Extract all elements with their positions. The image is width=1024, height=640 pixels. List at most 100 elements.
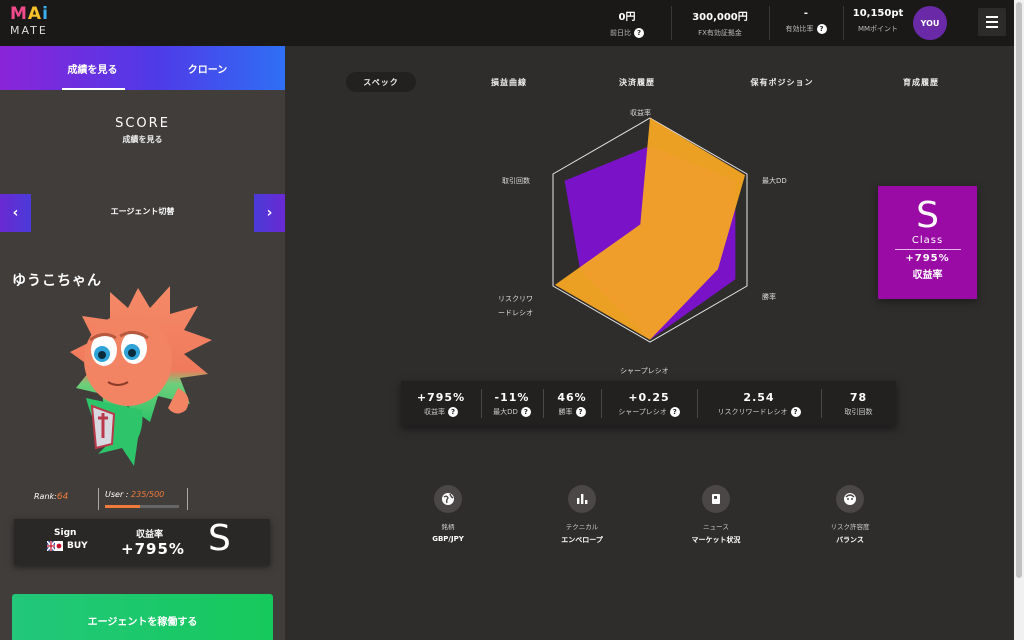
rank: Rank:64	[34, 492, 69, 502]
info-risk-tolerance: リスク許容度 バランス	[805, 485, 895, 545]
radar-label-win-rate: 勝率	[762, 293, 776, 301]
return-label: 収益率	[136, 530, 164, 540]
stat-value: 300,000円	[692, 12, 748, 23]
user-count: User : 235/500	[98, 488, 188, 510]
signal-card: Sign BUY 収益率 +795% S	[14, 519, 270, 565]
class-return-value: +795%	[905, 253, 950, 264]
stat-value: -	[803, 8, 809, 19]
radar-label-return: 収益率	[630, 109, 651, 117]
run-agent-button[interactable]: エージェントを稼働する	[12, 594, 273, 640]
logo-mark: MAi	[10, 4, 49, 24]
info-label: ニュース	[703, 523, 729, 531]
logo[interactable]: MAi MATE	[10, 4, 49, 37]
tab-spec[interactable]: スペック	[346, 72, 416, 92]
scrollbar-thumb[interactable]	[1016, 2, 1022, 578]
stat-effective-ratio: - 有効比率?	[777, 8, 835, 34]
agent-panel: 成績を見る クローン SCORE 成績を見る ‹ エージェント切替 › ゆうこち…	[0, 46, 285, 640]
tab-positions[interactable]: 保有ポジション	[730, 72, 834, 92]
metric-label: 勝率	[558, 407, 573, 416]
stat-caption: MMポイント	[857, 25, 899, 33]
divider	[769, 6, 770, 40]
class-card: S Class +795% 収益率	[878, 186, 977, 299]
score-subtitle: 成績を見る	[122, 135, 163, 144]
divider	[894, 249, 961, 250]
user-progress-bar	[105, 505, 179, 508]
info-value: バランス	[836, 536, 864, 544]
help-icon[interactable]: ?	[634, 28, 644, 38]
stat-margin: 300,000円 FX有効証拠金	[684, 8, 756, 38]
radar-label-risk-reward: リスクリワ ードレシオ	[498, 295, 533, 317]
help-icon[interactable]: ?	[520, 406, 531, 417]
gbp-jpy-flag-icon	[47, 541, 63, 551]
metric-sharpe: +0.25 シャープレシオ?	[601, 381, 697, 426]
rank-row: Rank:64 User : 235/500	[20, 488, 270, 512]
globe-icon	[434, 485, 462, 513]
info-value: GBP/JPY	[432, 535, 464, 543]
metric-max-dd: -11% 最大DD?	[481, 381, 543, 426]
stat-caption: 有効比率	[785, 25, 814, 33]
help-icon[interactable]: ?	[575, 406, 586, 417]
spec-radar-chart: 収益率 最大DD 勝率 シャープレシオ リスクリワ ードレシオ 取引回数	[470, 100, 810, 380]
rank-value: 64	[56, 492, 69, 502]
detail-tabs: スペック 損益曲線 決済履歴 保有ポジション 育成履歴	[346, 72, 976, 92]
metric-return: +795% 収益率?	[401, 381, 481, 426]
metric-win-rate: 46% 勝率?	[543, 381, 601, 426]
metric-value: 78	[849, 390, 868, 404]
metric-value: +0.25	[628, 390, 670, 404]
info-news: ニュース マーケット状況	[671, 485, 761, 545]
info-value: エンベロープ	[561, 536, 603, 544]
stat-caption: FX有効証拠金	[698, 29, 742, 37]
divider	[671, 6, 672, 40]
score-title: SCORE	[115, 116, 170, 131]
hamburger-menu-icon[interactable]	[978, 8, 1006, 36]
radar-label-max-dd: 最大DD	[762, 177, 787, 185]
info-value: マーケット状況	[691, 536, 741, 544]
metric-label: リスクリワードレシオ	[717, 407, 788, 416]
tab-clone[interactable]: クローン	[150, 46, 285, 90]
info-technical: テクニカル エンベロープ	[537, 485, 627, 545]
face-icon	[836, 485, 864, 513]
radar-label-sharpe: シャープレシオ	[620, 367, 669, 375]
bar-chart-icon	[568, 485, 596, 513]
metric-value: 46%	[557, 390, 587, 404]
metric-value: -11%	[494, 390, 530, 404]
tab-training-history[interactable]: 育成履歴	[886, 72, 956, 92]
info-symbol: 銘柄 GBP/JPY	[403, 485, 493, 543]
scrollbar[interactable]	[1014, 0, 1024, 640]
news-icon	[702, 485, 730, 513]
metric-label: 取引回数	[844, 407, 873, 416]
stat-day-change: 0円 前日比?	[597, 8, 657, 38]
logo-text: MATE	[10, 24, 48, 37]
info-label: テクニカル	[565, 523, 599, 531]
help-icon[interactable]: ?	[669, 406, 680, 417]
class-return-label: 収益率	[912, 270, 943, 281]
metric-label: 収益率	[424, 407, 445, 416]
class-grade: S	[208, 518, 231, 559]
sign-value: BUY	[47, 541, 88, 551]
metric-label: シャープレシオ	[618, 407, 667, 416]
user-progress-fill	[105, 505, 140, 508]
tab-results[interactable]: 成績を見る	[0, 46, 150, 90]
agent-switch-label: エージェント切替	[110, 207, 175, 216]
class-label: Class	[911, 235, 944, 246]
tab-settlement-history[interactable]: 決済履歴	[602, 72, 672, 92]
divider	[843, 6, 844, 40]
tab-pnl-curve[interactable]: 損益曲線	[474, 72, 544, 92]
stat-caption: 前日比	[610, 29, 631, 37]
radar-label-trades: 取引回数	[502, 177, 530, 185]
help-icon[interactable]: ?	[448, 406, 458, 417]
metric-value: +795%	[416, 390, 466, 404]
radar-svg	[552, 117, 748, 343]
info-label: リスク許容度	[830, 523, 870, 531]
metric-risk-reward: 2.54 リスクリワードレシオ?	[697, 381, 821, 426]
user-avatar[interactable]: YOU	[913, 6, 947, 40]
help-icon[interactable]: ?	[790, 406, 801, 417]
metrics-bar: +795% 収益率? -11% 最大DD? 46% 勝率? +0.25 シャープ…	[401, 381, 896, 426]
return-value: +795%	[121, 540, 185, 558]
user-count-value: 235/500	[131, 490, 165, 499]
top-bar: MAi MATE 0円 前日比? 300,000円 FX有効証拠金 - 有効比率…	[0, 0, 1014, 46]
metric-label: 最大DD	[493, 407, 518, 416]
help-icon[interactable]: ?	[816, 24, 827, 34]
sign-label: Sign	[54, 528, 77, 538]
next-agent-button[interactable]: ›	[254, 194, 285, 232]
